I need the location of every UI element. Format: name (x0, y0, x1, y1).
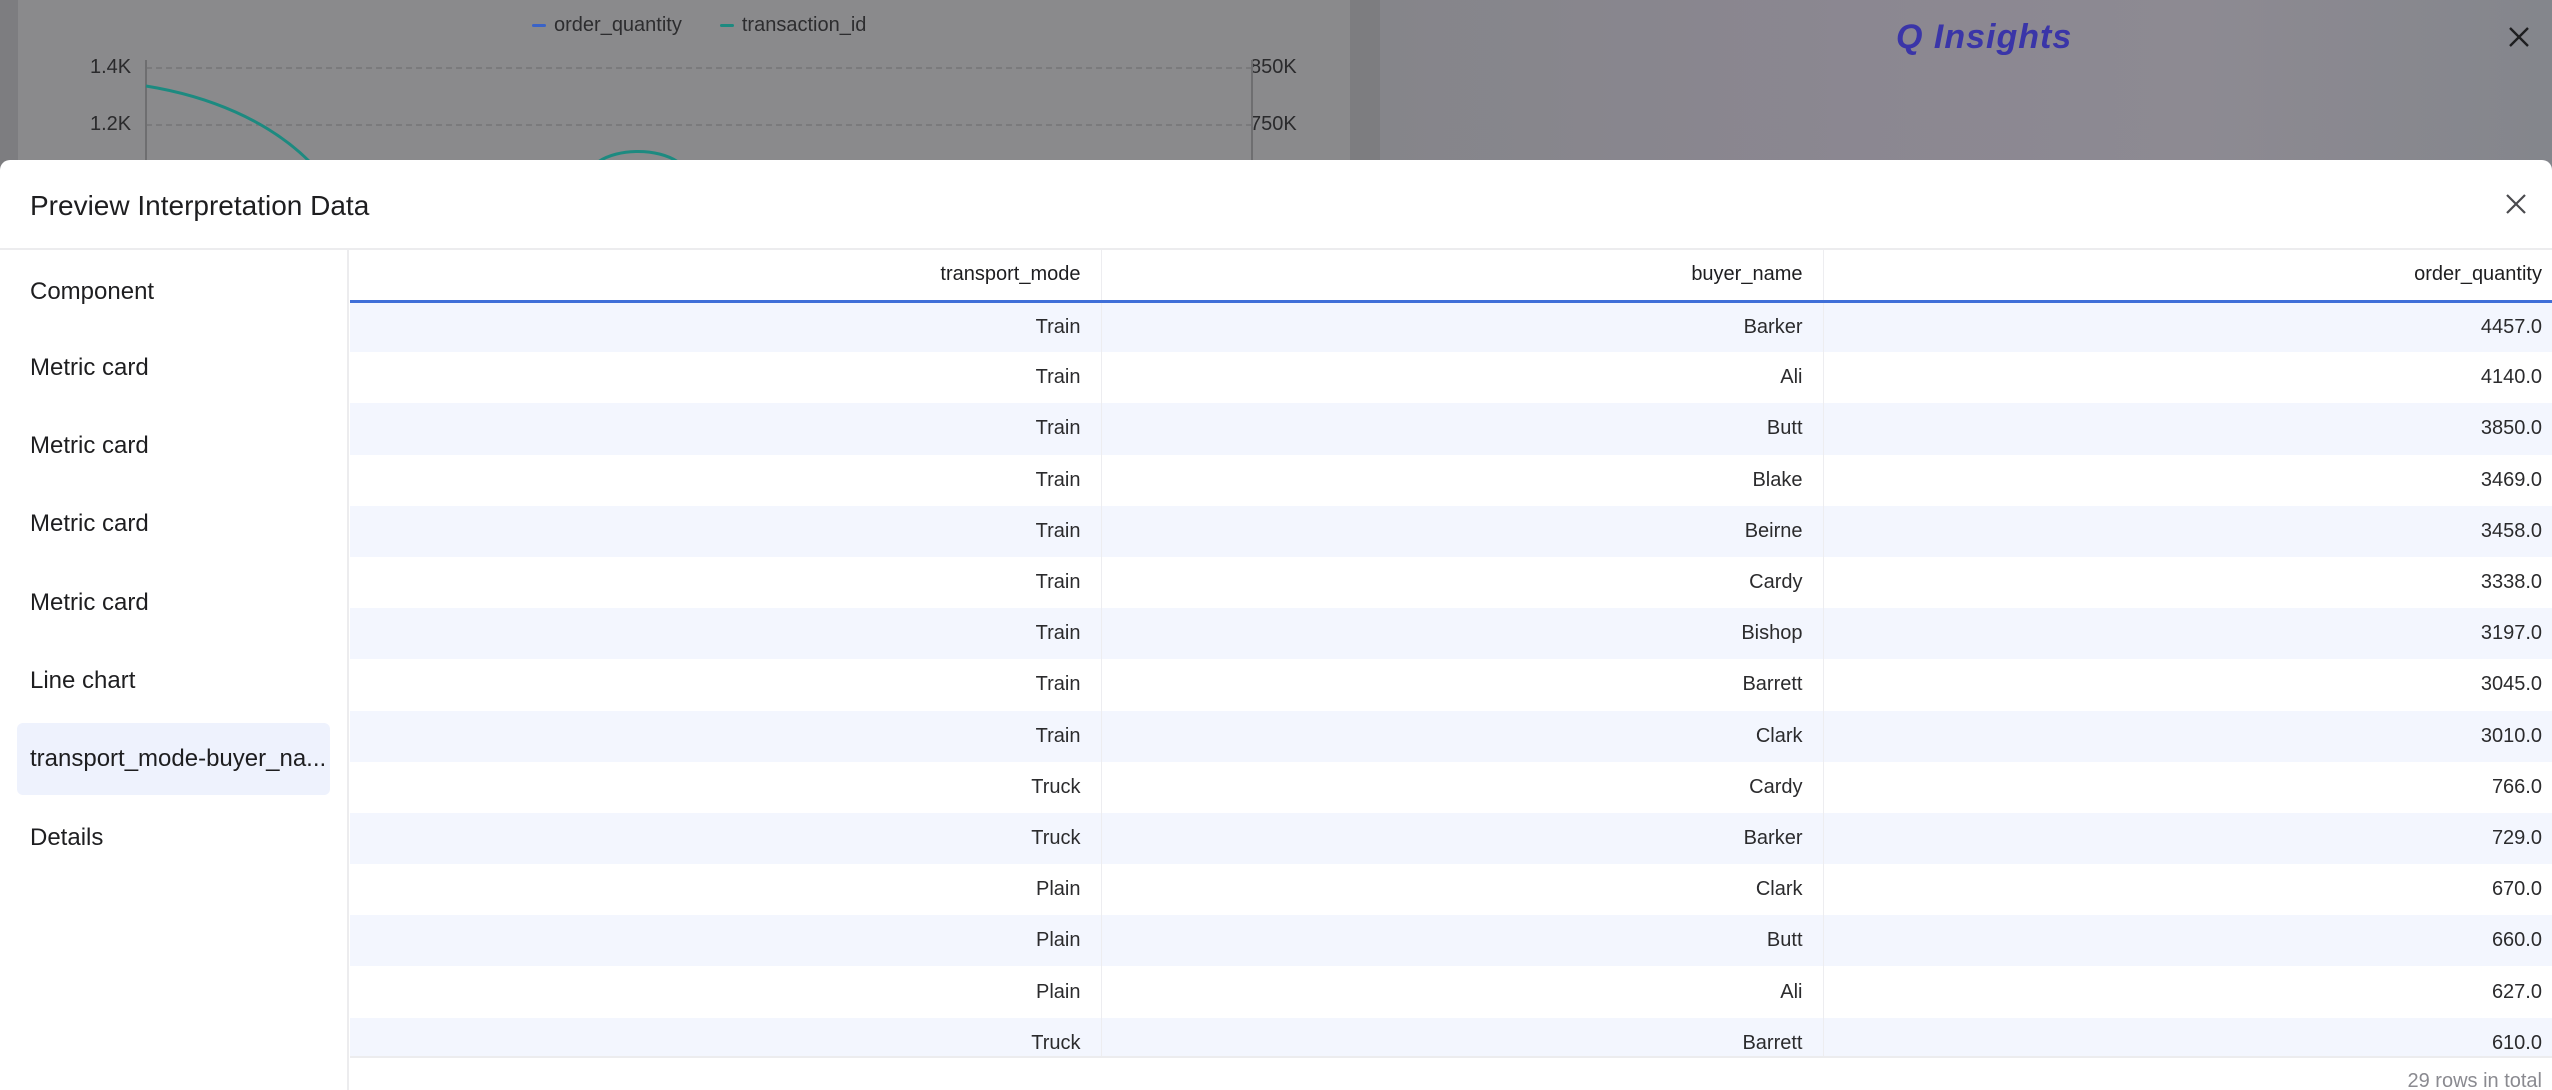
cell-buyer-name: Barker (1101, 812, 1824, 865)
cell-order-quantity: 729.0 (2491, 826, 2542, 849)
table-row: Train Cardy 3338.0 (350, 556, 2552, 609)
preview-interpretation-modal: Preview Interpretation Data Component Me… (0, 160, 2552, 1090)
table-row: Plain Ali 627.0 (350, 966, 2552, 1018)
table-row: Plain Clark 670.0 (350, 864, 2552, 916)
modal-body: Component Metric card Metric card Metric… (0, 250, 2552, 1090)
close-icon[interactable] (2504, 22, 2534, 52)
cell-order-quantity: 3338.0 (2480, 571, 2542, 594)
cell-buyer-name: Ali (1101, 966, 1824, 1018)
cell-buyer-name: Barker (1101, 301, 1824, 353)
cell-transport-mode: Truck (350, 761, 1102, 813)
cell-transport-mode: Truck (350, 812, 1102, 865)
column-header-transport-mode[interactable]: transport_mode (350, 250, 1102, 303)
cell-transport-mode: Train (350, 556, 1102, 609)
cell-order-quantity: 3197.0 (2480, 622, 2542, 645)
preview-table: transport_mode buyer_name order_quantity… (350, 250, 2552, 1069)
cell-transport-mode: Train (350, 454, 1102, 506)
cell-transport-mode: Train (350, 659, 1102, 711)
cell-buyer-name: Cardy (1101, 556, 1824, 609)
cell-buyer-name: Blake (1101, 454, 1824, 506)
cell-transport-mode: Plain (350, 915, 1102, 967)
sidebar-item-metric-card[interactable]: Metric card (17, 410, 330, 482)
cell-order-quantity: 670.0 (2491, 878, 2542, 901)
cell-transport-mode: Train (350, 403, 1102, 455)
rows-total-count: 29 rows in total (2407, 1070, 2542, 1090)
table-row: Truck Cardy 766.0 (350, 761, 2552, 813)
table-row: Train Ali 4140.0 (350, 352, 2552, 404)
cell-order-quantity: 3010.0 (2480, 724, 2542, 747)
sidebar-item-metric-card[interactable]: Metric card (17, 332, 330, 404)
modal-header: Preview Interpretation Data (0, 160, 2552, 250)
cell-transport-mode: Train (350, 710, 1102, 762)
table-row: Train Barrett 3045.0 (350, 659, 2552, 711)
component-sidebar: Component Metric card Metric card Metric… (0, 250, 349, 1090)
table-row: Plain Butt 660.0 (350, 915, 2552, 967)
app-title: Q Insights (1896, 18, 2073, 56)
cell-order-quantity: 627.0 (2491, 980, 2542, 1003)
cell-order-quantity: 3850.0 (2480, 417, 2542, 440)
sidebar-item-metric-card[interactable]: Metric card (17, 488, 330, 560)
column-header-buyer-name[interactable]: buyer_name (1101, 250, 1824, 303)
table-row: Train Barker 4457.0 (350, 301, 2552, 353)
cell-buyer-name: Beirne (1101, 505, 1824, 557)
cell-transport-mode: Train (350, 301, 1102, 353)
cell-order-quantity: 3045.0 (2480, 673, 2542, 696)
table-row: Train Beirne 3458.0 (350, 505, 2552, 557)
sidebar-heading: Component (30, 278, 155, 305)
cell-transport-mode: Train (350, 505, 1102, 557)
modal-title: Preview Interpretation Data (30, 190, 370, 221)
table-row: Train Blake 3469.0 (350, 454, 2552, 506)
cell-order-quantity: 4457.0 (2480, 315, 2542, 338)
cell-buyer-name: Butt (1101, 403, 1824, 455)
cell-buyer-name: Barrett (1101, 659, 1824, 711)
cell-transport-mode: Train (350, 352, 1102, 404)
cell-order-quantity: 660.0 (2491, 929, 2542, 952)
cell-order-quantity: 3458.0 (2480, 519, 2542, 542)
sidebar-item-line-chart[interactable]: Line chart (17, 645, 330, 717)
cell-order-quantity: 3469.0 (2480, 468, 2542, 491)
cell-buyer-name: Butt (1101, 915, 1824, 967)
cell-transport-mode: Plain (350, 966, 1102, 1018)
cell-transport-mode: Train (350, 608, 1102, 660)
sidebar-item-metric-card[interactable]: Metric card (17, 567, 330, 639)
preview-table-container[interactable]: transport_mode buyer_name order_quantity… (350, 250, 2552, 1090)
table-row: Train Clark 3010.0 (350, 710, 2552, 762)
series-line-transaction-id (145, 84, 312, 164)
cell-order-quantity: 4140.0 (2480, 366, 2542, 389)
table-row: Truck Barker 729.0 (350, 812, 2552, 865)
sidebar-item-details[interactable]: Details (17, 802, 330, 874)
close-icon[interactable] (2500, 188, 2532, 220)
cell-buyer-name: Cardy (1101, 761, 1824, 813)
cell-transport-mode: Plain (350, 864, 1102, 916)
cell-buyer-name: Bishop (1101, 608, 1824, 660)
table-row: Train Bishop 3197.0 (350, 608, 2552, 660)
sidebar-item-transport-mode-buyer-name[interactable]: transport_mode-buyer_na... (17, 723, 330, 795)
cell-order-quantity: 766.0 (2491, 775, 2542, 798)
table-header-row: transport_mode buyer_name order_quantity (350, 250, 2552, 303)
table-footer: 29 rows in total (350, 1056, 2552, 1090)
column-header-order-quantity[interactable]: order_quantity (1823, 250, 2552, 303)
table-row: Train Butt 3850.0 (350, 403, 2552, 455)
cell-buyer-name: Clark (1101, 710, 1824, 762)
cell-buyer-name: Clark (1101, 864, 1824, 916)
cell-buyer-name: Ali (1101, 352, 1824, 404)
